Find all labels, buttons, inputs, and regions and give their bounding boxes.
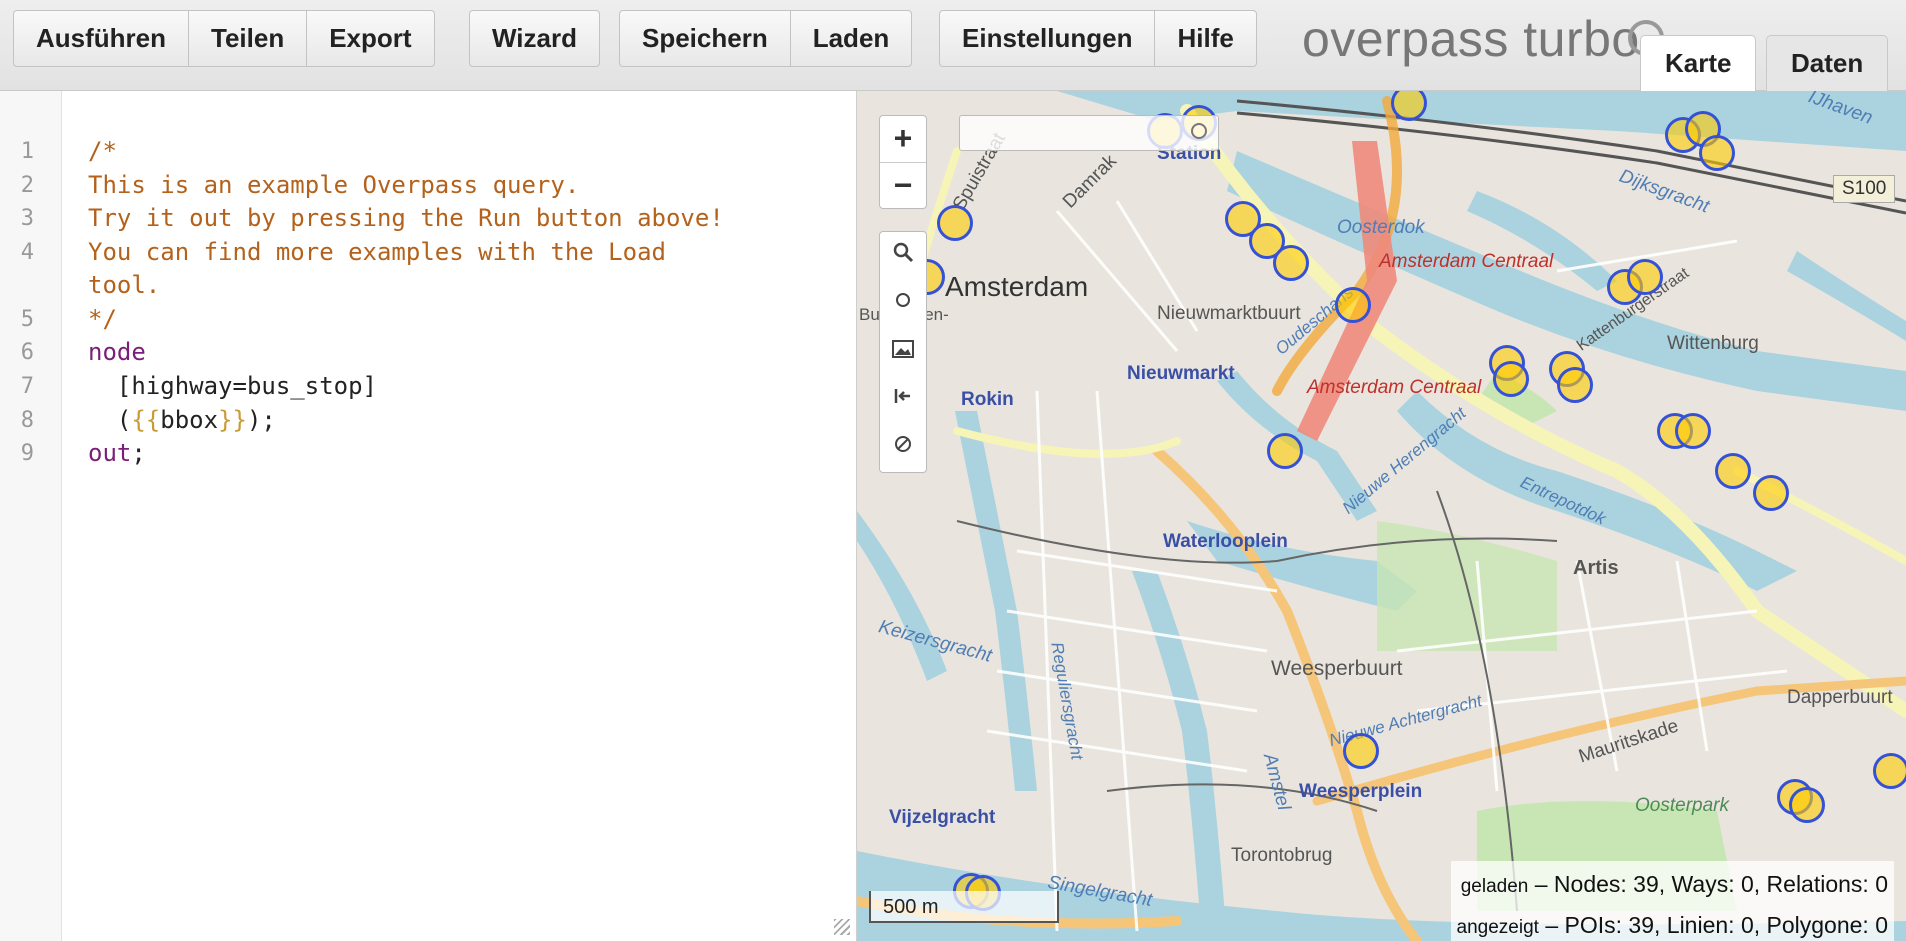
map-label: Waterlooplein xyxy=(1163,531,1288,552)
line-number: 9 xyxy=(20,441,34,466)
tab-data[interactable]: Daten xyxy=(1766,35,1889,91)
map-label: Oosterpark xyxy=(1635,795,1729,816)
code-token: ( xyxy=(88,406,132,434)
code-token: bbox xyxy=(160,406,219,434)
map-label: Dapperbuurt xyxy=(1787,687,1893,708)
wizard-button[interactable]: Wizard xyxy=(470,11,599,66)
search-icon[interactable] xyxy=(1191,123,1207,139)
loaded-stats: geladen – Nodes: 39, Ways: 0, Relations:… xyxy=(1457,865,1888,906)
locate-me-icon[interactable] xyxy=(880,280,926,328)
bus-stop-marker[interactable] xyxy=(1273,245,1309,281)
toolbar: Ausführen Teilen Export Wizard Speichern… xyxy=(0,0,1906,91)
resize-handle-icon[interactable] xyxy=(834,919,850,935)
clear-data-icon[interactable] xyxy=(880,424,926,472)
map-scale: 500 m xyxy=(869,891,1059,923)
code-line: ({{bbox}}); xyxy=(88,406,276,434)
code-line: /* xyxy=(88,137,117,165)
code-token: }} xyxy=(218,406,247,434)
help-button[interactable]: Hilfe xyxy=(1155,11,1255,66)
code-token: ; xyxy=(131,439,146,467)
line-number: 2 xyxy=(20,173,34,198)
bus-stop-marker[interactable] xyxy=(1335,287,1371,323)
bus-stop-marker[interactable] xyxy=(1627,259,1663,295)
map-label: Amsterdam xyxy=(945,271,1089,302)
shown-label: angezeigt xyxy=(1456,917,1539,938)
wizard-group: Wizard xyxy=(469,10,600,67)
map-label: Torontobrug xyxy=(1231,845,1333,866)
line-number: 6 xyxy=(20,340,34,365)
map-label: Wittenburg xyxy=(1667,333,1759,354)
line-number: 3 xyxy=(20,206,34,231)
bus-stop-marker[interactable] xyxy=(1675,413,1711,449)
map-label: Amsterdam Centraal xyxy=(1379,251,1554,272)
image-export-icon[interactable] xyxy=(880,328,926,376)
code-token: ); xyxy=(246,406,276,434)
map-label: Oosterdok xyxy=(1337,217,1425,238)
line-number: 7 xyxy=(20,374,34,399)
map-label: Rokin xyxy=(961,389,1014,410)
code-line: [highway=bus_stop] xyxy=(88,372,377,400)
save-load-group: Speichern Laden xyxy=(619,10,913,67)
code-line: You can find more examples with the Load xyxy=(88,238,666,266)
map-label: Nieuwmarkt xyxy=(1127,363,1235,384)
map-tool-control xyxy=(879,231,927,473)
loaded-label: geladen xyxy=(1460,876,1529,897)
map-label: Artis xyxy=(1573,557,1619,579)
save-button[interactable]: Speichern xyxy=(620,11,791,66)
tab-map[interactable]: Karte xyxy=(1640,35,1757,91)
bus-stop-marker[interactable] xyxy=(1493,361,1529,397)
app-title: overpass turbo xyxy=(1302,11,1640,67)
shown-stats: angezeigt – POIs: 39, Linien: 0, Polygon… xyxy=(1457,906,1888,941)
map-label: Weesperbuurt xyxy=(1271,657,1403,680)
code-line: */ xyxy=(88,305,117,333)
code-line: out; xyxy=(88,439,146,467)
bus-stop-marker[interactable] xyxy=(1789,787,1825,823)
zoom-to-data-icon[interactable] xyxy=(880,232,926,280)
fullscreen-toggle-icon[interactable] xyxy=(880,376,926,424)
line-number-gutter: 1 2 3 4 5 6 7 8 9 xyxy=(0,91,62,941)
load-button[interactable]: Laden xyxy=(791,11,912,66)
zoom-control: + − xyxy=(879,115,927,209)
code-token: {{ xyxy=(131,406,161,434)
bus-stop-marker[interactable] xyxy=(1753,475,1789,511)
map-view[interactable]: Amsterdam Station Spuistraat Damrak Oost… xyxy=(857,91,1906,941)
map-search-input[interactable] xyxy=(959,115,1219,151)
line-number: 1 xyxy=(20,139,34,164)
bus-stop-marker[interactable] xyxy=(1267,433,1303,469)
data-stats: geladen – Nodes: 39, Ways: 0, Relations:… xyxy=(1450,861,1894,941)
settings-help-group: Einstellungen Hilfe xyxy=(939,10,1257,67)
line-number: 8 xyxy=(20,408,34,433)
bus-stop-marker[interactable] xyxy=(1557,367,1593,403)
code-line: node xyxy=(88,338,146,366)
bus-stop-marker[interactable] xyxy=(1715,453,1751,489)
code-line: Try it out by pressing the Run button ab… xyxy=(88,204,724,232)
road-shield-badge: S100 xyxy=(1833,175,1896,203)
code-line: tool. xyxy=(88,271,161,299)
map-label: Weesperplein xyxy=(1299,781,1423,802)
shown-values: – POIs: 39, Linien: 0, Polygone: 0 xyxy=(1545,912,1888,938)
loaded-values: – Nodes: 39, Ways: 0, Relations: 0 xyxy=(1534,871,1888,897)
share-button[interactable]: Teilen xyxy=(189,11,308,66)
run-button[interactable]: Ausführen xyxy=(14,11,189,66)
map-label: Nieuwmarktbuurt xyxy=(1157,303,1301,324)
bus-stop-marker[interactable] xyxy=(1343,733,1379,769)
line-number: 5 xyxy=(20,307,34,332)
settings-button[interactable]: Einstellungen xyxy=(940,11,1156,66)
query-editor[interactable]: 1 2 3 4 5 6 7 8 9 /* This is an example … xyxy=(0,91,857,941)
code-line: This is an example Overpass query. xyxy=(88,171,580,199)
map-label: Vijzelgracht xyxy=(889,807,996,828)
zoom-in-button[interactable]: + xyxy=(880,116,926,162)
zoom-out-button[interactable]: − xyxy=(880,162,926,209)
bus-stop-marker[interactable] xyxy=(937,205,973,241)
code-token: out xyxy=(88,439,132,467)
map-label: Amsterdam Centraal xyxy=(1307,377,1482,398)
export-button[interactable]: Export xyxy=(307,11,433,66)
bus-stop-marker[interactable] xyxy=(1699,135,1735,171)
run-share-export-group: Ausführen Teilen Export xyxy=(13,10,435,67)
line-number: 4 xyxy=(20,240,34,265)
bus-stop-marker[interactable] xyxy=(1873,753,1906,789)
